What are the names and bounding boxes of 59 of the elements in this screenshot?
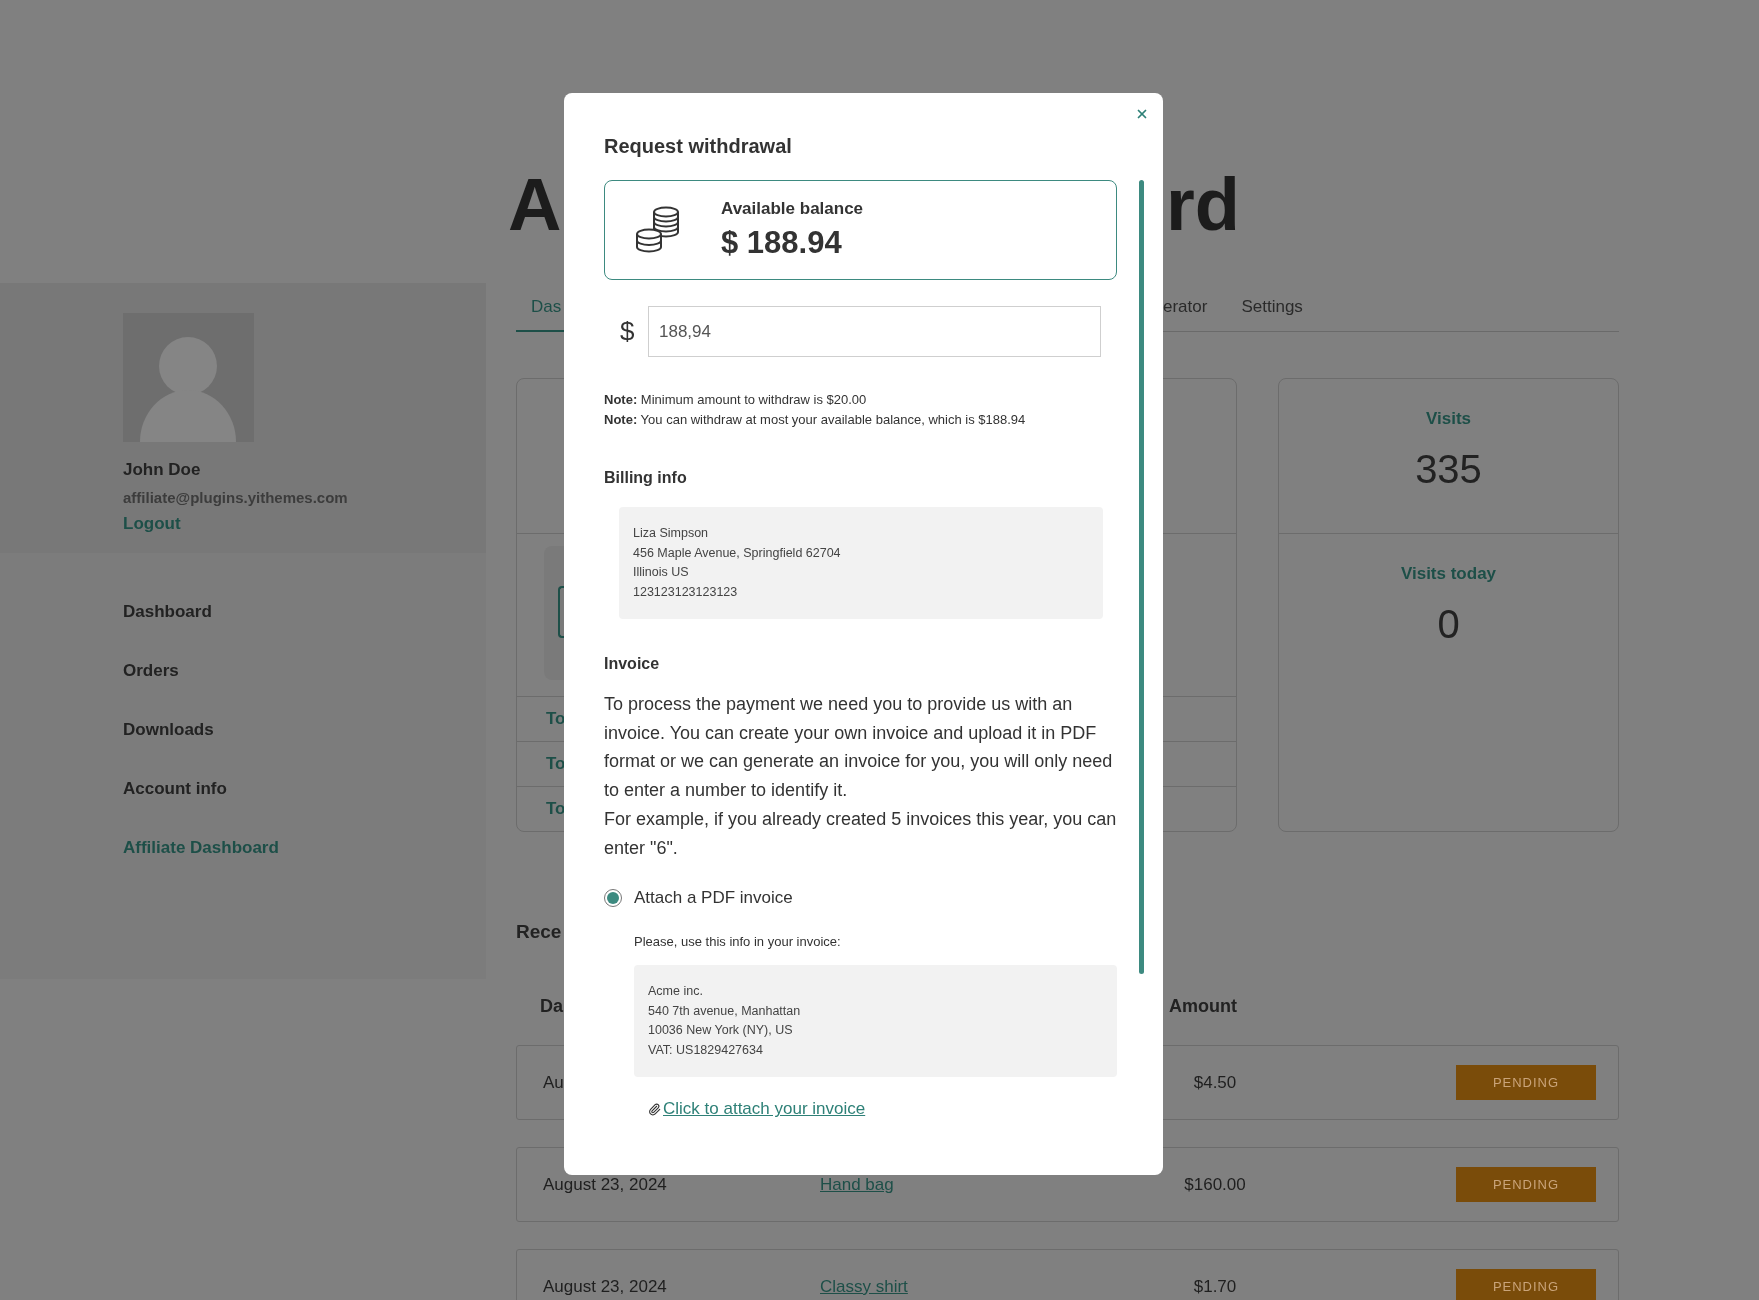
summary-label: To xyxy=(546,709,566,729)
nav-link[interactable]: Affiliate Dashboard xyxy=(123,837,279,859)
amount-input[interactable]: 188,94 xyxy=(648,306,1101,357)
section-heading: Invoice xyxy=(604,655,661,673)
date-cell-text: Au xyxy=(543,1072,565,1093)
stat-label: Visits today xyxy=(1400,564,1497,584)
scrollbar-thumb[interactable] xyxy=(1139,180,1144,974)
attach-link[interactable]: Click to attach your invoice xyxy=(663,1099,866,1120)
address-line: Acme inc. xyxy=(648,983,704,1001)
info-label: Please, use this info in your invoice: xyxy=(634,934,842,950)
page-title: rd xyxy=(1166,162,1240,247)
address-line: 540 7th avenue, Manhattan xyxy=(648,1002,802,1020)
stat-value: 0 xyxy=(1437,602,1460,647)
product-link[interactable]: Hand bag xyxy=(820,1174,894,1195)
address-line: Illinois US xyxy=(633,564,690,581)
section-title: Rece xyxy=(516,921,562,943)
column-header: Amount xyxy=(1169,995,1237,1017)
user-email: affiliate@plugins.yithemes.com xyxy=(123,489,349,506)
stat-label: Visits xyxy=(1425,409,1472,429)
radio-label: Attach a PDF invoice xyxy=(634,888,793,909)
logout-link[interactable]: Logout xyxy=(123,514,181,534)
status-badge: PENDING xyxy=(1456,1167,1596,1202)
status-badge: PENDING xyxy=(1456,1065,1596,1100)
product-link[interactable]: Classy shirt xyxy=(820,1276,908,1297)
address-line: 10036 New York (NY), US xyxy=(648,1022,794,1040)
address-line: 456 Maple Avenue, Springfield 62704 xyxy=(633,544,842,562)
amount-cell-text: $160.00 xyxy=(1183,1174,1247,1195)
invoice-paragraph: To process the payment we need you to provide us with an invoice. You can create your own invoice and upload it in PDF format or we can generate an invoice for you, you will only need to enter a number to identify it. xyxy=(604,693,1114,803)
tab[interactable]: Settings xyxy=(1241,283,1303,332)
dialog-title: Request withdrawal xyxy=(604,134,793,159)
address-line: VAT: US1829427634 xyxy=(648,1041,764,1059)
currency-symbol: $ xyxy=(620,316,636,347)
balance-label: Available balance xyxy=(721,199,864,219)
address-line: Liza Simpson xyxy=(633,525,710,542)
stat-value: 335 xyxy=(1415,447,1482,492)
column-header: Da xyxy=(540,995,563,1017)
balance-value: $ 188.94 xyxy=(721,225,843,261)
address-line: 123123123123123 xyxy=(633,583,739,601)
nav-link[interactable]: Downloads xyxy=(123,719,214,741)
summary-label: To xyxy=(546,799,566,819)
page-title: A xyxy=(508,162,562,247)
radio-button[interactable] xyxy=(604,889,622,908)
invoice-paragraph: For example, if you already created 5 invoices this year, you can enter "6". xyxy=(604,807,1117,860)
date-cell-text: August 23, 2024 xyxy=(543,1174,668,1195)
close-icon xyxy=(1135,107,1149,121)
tab[interactable]: erator xyxy=(1163,283,1208,332)
user-name: John Doe xyxy=(123,460,202,480)
section-heading: Billing info xyxy=(604,469,688,487)
note-text: Note: Minimum amount to withdraw is $20.00 xyxy=(604,391,868,408)
paperclip-icon xyxy=(648,1102,661,1116)
amount-cell-text: $4.50 xyxy=(1192,1072,1238,1093)
nav-link[interactable]: Dashboard xyxy=(123,601,212,623)
summary-label: To xyxy=(546,754,566,774)
amount-cell-text: $1.70 xyxy=(1192,1276,1238,1297)
nav-link[interactable]: Account info xyxy=(123,778,227,800)
status-badge: PENDING xyxy=(1456,1269,1596,1300)
nav-link[interactable]: Orders xyxy=(123,660,179,682)
note-text: Note: You can withdraw at most your available balance, which is $188.94 xyxy=(604,411,1027,428)
date-cell-text: August 23, 2024 xyxy=(543,1276,668,1297)
